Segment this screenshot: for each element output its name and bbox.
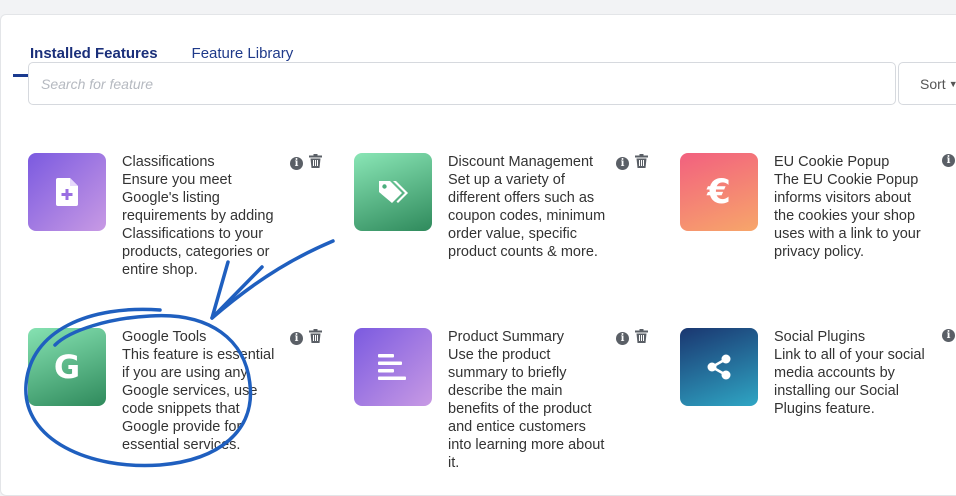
caret-down-icon: ▼ [948, 78, 956, 89]
trash-icon[interactable] [635, 329, 648, 348]
euro-icon[interactable]: € [680, 153, 758, 231]
trash-icon[interactable] [635, 154, 648, 173]
feature-description: Set up a variety of different offers suc… [448, 172, 606, 260]
info-icon[interactable]: i [290, 332, 303, 345]
info-icon[interactable]: i [616, 332, 629, 345]
trash-icon[interactable] [309, 329, 322, 348]
feature-card-social-plugins: Social Plugins Link to all of your socia… [680, 328, 956, 488]
feature-description: Link to all of your social media account… [774, 347, 925, 417]
sort-label: Sort [920, 75, 946, 92]
feature-name: EU Cookie Popup [774, 154, 890, 170]
sort-button[interactable]: Sort ▼ [898, 62, 956, 105]
file-plus-icon[interactable] [28, 153, 106, 231]
feature-description: Use the product summary to briefly descr… [448, 347, 605, 471]
tags-icon[interactable] [354, 153, 432, 231]
feature-name: Product Summary [448, 329, 565, 345]
feature-description: Ensure you meet Google's listing require… [122, 172, 274, 278]
feature-card-product-summary: Product Summary Use the product summary … [354, 328, 674, 488]
share-icon[interactable] [680, 328, 758, 406]
info-icon[interactable]: i [942, 329, 955, 342]
feature-card-google-tools: G Google Tools This feature is essential… [28, 328, 348, 488]
feature-name: Social Plugins [774, 329, 866, 345]
feature-card-classifications: Classifications Ensure you meet Google's… [28, 153, 348, 313]
feature-description: The EU Cookie Popup informs visitors abo… [774, 172, 921, 260]
feature-card-eu-cookie-popup: € EU Cookie Popup The EU Cookie Popup in… [680, 153, 956, 313]
feature-description: This feature is essential if you are usi… [122, 347, 275, 453]
feature-card-discount-management: Discount Management Set up a variety of … [354, 153, 674, 313]
feature-name: Classifications [122, 154, 215, 170]
info-icon[interactable]: i [290, 157, 303, 170]
feature-name: Discount Management [448, 154, 594, 170]
info-icon[interactable]: i [942, 154, 955, 167]
info-icon[interactable]: i [616, 157, 629, 170]
google-g-icon[interactable]: G [28, 328, 106, 406]
feature-name: Google Tools [122, 329, 207, 345]
search-input[interactable] [28, 62, 896, 105]
trash-icon[interactable] [309, 154, 322, 173]
align-left-icon[interactable] [354, 328, 432, 406]
